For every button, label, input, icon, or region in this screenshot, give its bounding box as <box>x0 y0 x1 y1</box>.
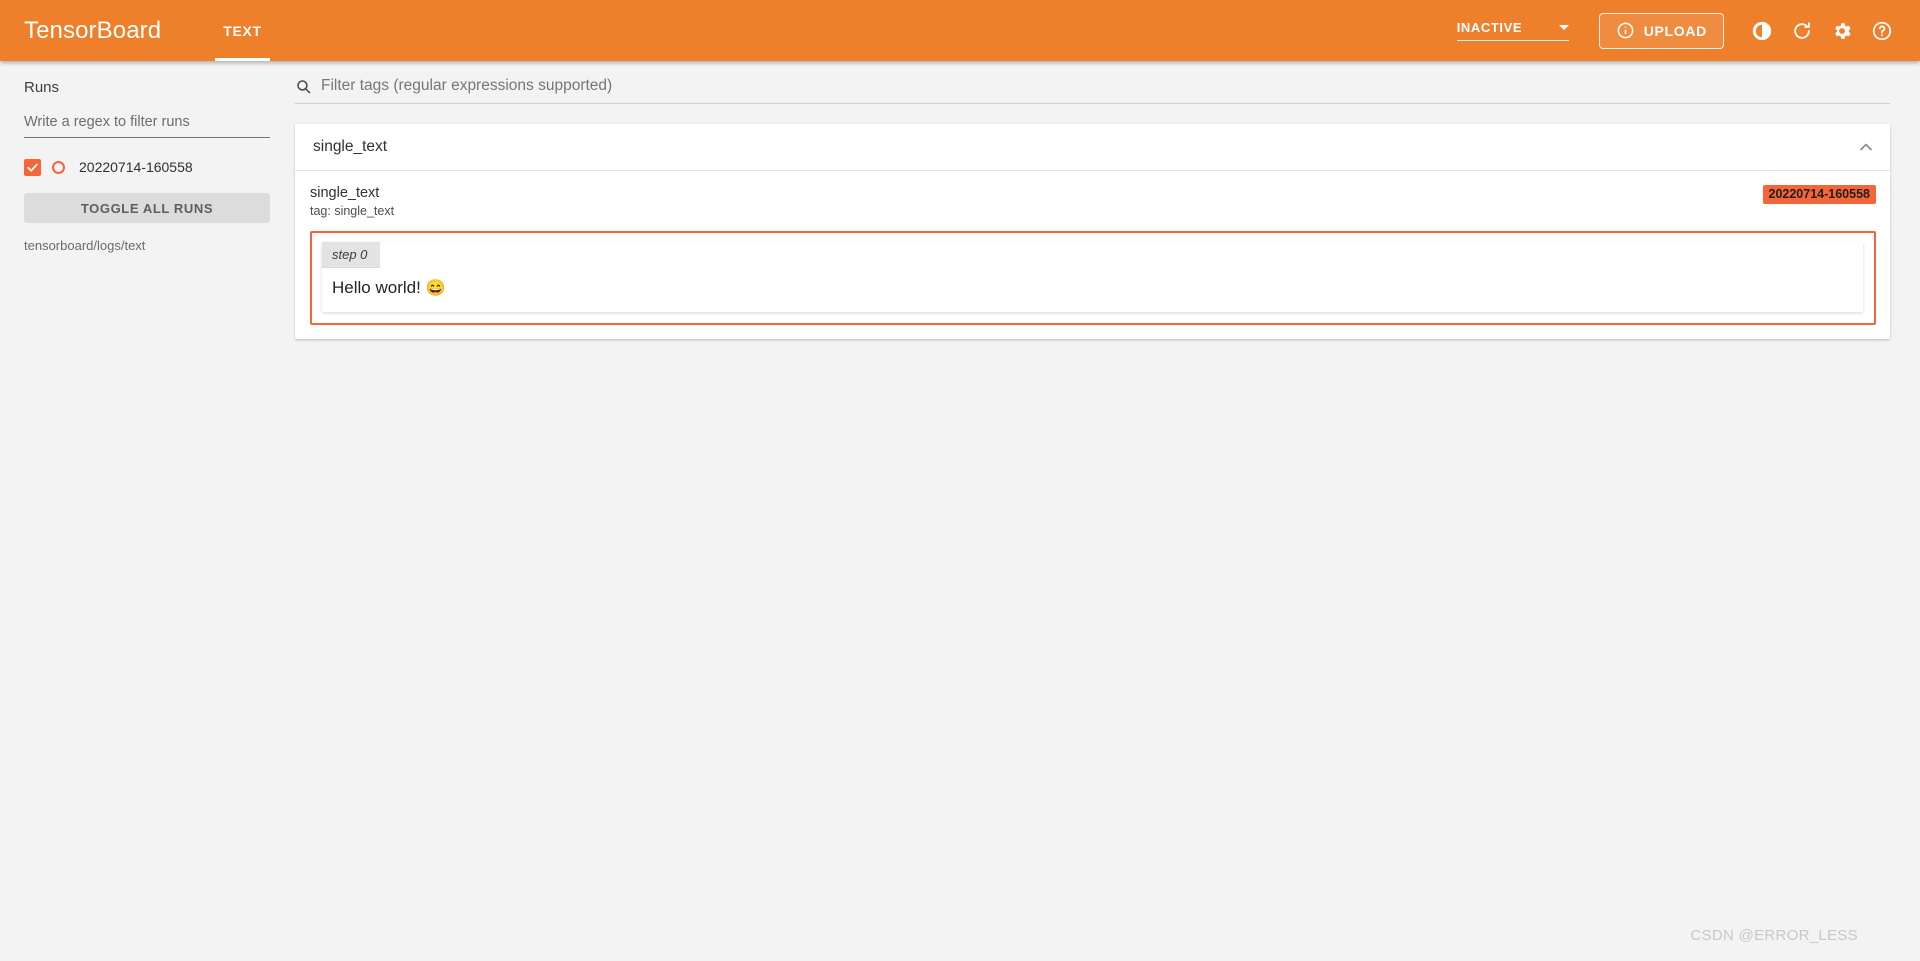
settings-gear-icon[interactable] <box>1822 11 1862 51</box>
tab-text-label: TEXT <box>223 23 262 39</box>
upload-button-label: UPLOAD <box>1644 23 1707 39</box>
table-header-row: step 0 <box>322 242 1863 268</box>
run-checkbox[interactable] <box>24 159 41 176</box>
runs-sidebar: Runs 20220714-160558 TOGGLE ALL RUNS ten… <box>0 61 295 961</box>
text-entry-tag-label: tag: single_text <box>310 203 1763 220</box>
search-icon <box>295 78 312 95</box>
app-title: TensorBoard <box>24 17 161 45</box>
run-badge: 20220714-160558 <box>1763 185 1877 204</box>
tab-text[interactable]: TEXT <box>207 0 278 61</box>
run-status-value: INACTIVE <box>1457 20 1559 35</box>
run-color-circle-icon <box>52 161 65 174</box>
page-body: Runs 20220714-160558 TOGGLE ALL RUNS ten… <box>0 61 1920 961</box>
main-tabs: TEXT <box>207 0 278 61</box>
text-value: Hello world! <box>332 278 426 297</box>
table-row: Hello world! 😄 <box>322 268 1863 312</box>
chevron-up-icon[interactable] <box>1856 137 1876 157</box>
refresh-icon[interactable] <box>1782 11 1822 51</box>
text-value-cell: Hello world! 😄 <box>322 268 1863 312</box>
run-list-item[interactable]: 20220714-160558 <box>24 152 271 182</box>
tag-filter-input[interactable] <box>321 77 1890 95</box>
info-circle-icon <box>1616 21 1635 40</box>
chevron-down-icon <box>1559 25 1569 30</box>
runs-regex-input[interactable] <box>24 114 270 138</box>
text-card-body: single_text tag: single_text 20220714-16… <box>295 171 1890 339</box>
top-app-bar: TensorBoard TEXT INACTIVE UPLOAD <box>0 0 1920 61</box>
runs-heading: Runs <box>24 79 271 96</box>
log-directory-path: tensorboard/logs/text <box>24 238 271 253</box>
text-entry-title: single_text <box>310 184 1763 202</box>
run-status-select[interactable]: INACTIVE <box>1457 20 1569 41</box>
upload-button[interactable]: UPLOAD <box>1599 13 1724 49</box>
run-name-label: 20220714-160558 <box>79 159 193 175</box>
toggle-all-runs-button[interactable]: TOGGLE ALL RUNS <box>24 193 270 223</box>
help-circle-icon[interactable] <box>1862 11 1902 51</box>
text-card-title: single_text <box>313 138 1856 156</box>
step-column-header: step 0 <box>322 242 380 268</box>
brightness-contrast-icon[interactable] <box>1742 11 1782 51</box>
text-value-outline: step 0 Hello world! 😄 <box>310 231 1876 325</box>
filler-column-header <box>380 242 1863 268</box>
tag-filter-field[interactable] <box>295 77 1890 104</box>
text-steps-table-head: step 0 <box>322 242 1863 268</box>
text-entry-titles: single_text tag: single_text <box>310 184 1763 220</box>
topbar-actions: INACTIVE UPLOAD <box>1457 11 1902 51</box>
text-entry-header: single_text tag: single_text 20220714-16… <box>310 184 1876 220</box>
text-card-header[interactable]: single_text <box>295 124 1890 171</box>
emoji-icon: 😄 <box>426 280 446 297</box>
watermark-text: CSDN @ERROR_LESS <box>1690 927 1858 944</box>
main-content: single_text single_text tag: single_text… <box>295 61 1920 961</box>
text-steps-table: step 0 Hello world! 😄 <box>322 242 1863 312</box>
text-steps-table-body: Hello world! 😄 <box>322 268 1863 312</box>
text-card: single_text single_text tag: single_text… <box>295 124 1890 339</box>
